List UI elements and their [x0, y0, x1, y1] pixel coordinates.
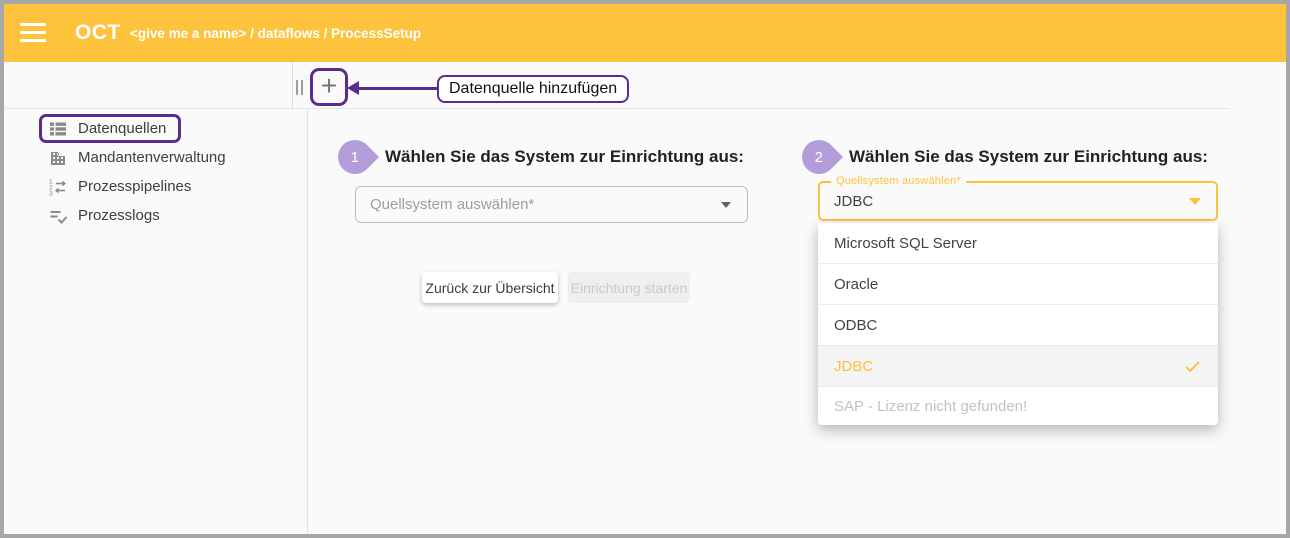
app-title: OCT	[75, 4, 121, 62]
top-app-bar: OCT <give me a name> / dataflows / Proce…	[4, 4, 1286, 62]
source-system-options-list: Microsoft SQL Server Oracle ODBC JDBC SA…	[818, 223, 1218, 425]
option-microsoft-sql-server[interactable]: Microsoft SQL Server	[818, 223, 1218, 264]
sidebar-item-mandantenverwaltung[interactable]: Mandantenverwaltung	[39, 143, 238, 172]
add-datasource-button[interactable]: +	[310, 68, 348, 106]
numbered-sync-icon: 123	[48, 177, 68, 197]
option-jdbc[interactable]: JDBC	[818, 346, 1218, 387]
app-window: OCT <give me a name> / dataflows / Proce…	[0, 0, 1290, 538]
sidebar-divider	[307, 109, 308, 534]
pane-resize-handle[interactable]	[296, 80, 303, 95]
sidebar-item-label: Datenquellen	[78, 120, 166, 137]
option-oracle[interactable]: Oracle	[818, 264, 1218, 305]
check-icon	[1183, 357, 1202, 376]
select-value: JDBC	[834, 193, 1189, 210]
step-2-badge: 2	[795, 133, 843, 181]
hamburger-menu-icon[interactable]	[20, 23, 46, 42]
step-2-heading: Wählen Sie das System zur Einrichtung au…	[849, 147, 1208, 167]
svg-text:3: 3	[49, 190, 53, 197]
breadcrumb: <give me a name> / dataflows / ProcessSe…	[130, 4, 421, 64]
sidebar-item-prozesslogs[interactable]: Prozesslogs	[39, 201, 172, 230]
list-check-icon	[48, 206, 68, 226]
plus-icon: +	[321, 72, 337, 100]
annotation-callout: Datenquelle hinzufügen	[437, 75, 629, 103]
sidebar-item-label: Prozesslogs	[78, 207, 160, 224]
sidebar-item-label: Mandantenverwaltung	[78, 149, 226, 166]
step-1-badge: 1	[331, 133, 379, 181]
source-system-select[interactable]: Quellsystem auswählen*	[355, 186, 748, 223]
list-icon	[48, 119, 68, 139]
option-odbc[interactable]: ODBC	[818, 305, 1218, 346]
source-system-select-open[interactable]: Quellsystem auswählen* JDBC	[818, 181, 1218, 221]
back-to-overview-button[interactable]: Zurück zur Übersicht	[422, 272, 558, 303]
chevron-down-icon	[721, 202, 731, 208]
sidebar-item-prozesspipelines[interactable]: 123 Prozesspipelines	[39, 172, 203, 201]
select-floating-label: Quellsystem auswählen*	[831, 175, 966, 187]
pane-divider	[292, 62, 293, 108]
sidebar-item-datenquellen[interactable]: Datenquellen	[39, 114, 181, 143]
sidebar-item-label: Prozesspipelines	[78, 178, 191, 195]
option-sap-disabled: SAP - Lizenz nicht gefunden!	[818, 387, 1218, 425]
toolbar-divider	[4, 108, 1230, 109]
start-setup-button[interactable]: Einrichtung starten	[568, 272, 690, 303]
step-1-heading: Wählen Sie das System zur Einrichtung au…	[385, 147, 744, 167]
select-placeholder: Quellsystem auswählen*	[370, 196, 721, 213]
chevron-down-icon	[1189, 198, 1201, 205]
sidebar-nav: Datenquellen Mandantenverwaltung 123 Pro…	[39, 114, 238, 230]
building-icon	[48, 148, 68, 168]
annotation-arrow-line	[358, 87, 438, 90]
